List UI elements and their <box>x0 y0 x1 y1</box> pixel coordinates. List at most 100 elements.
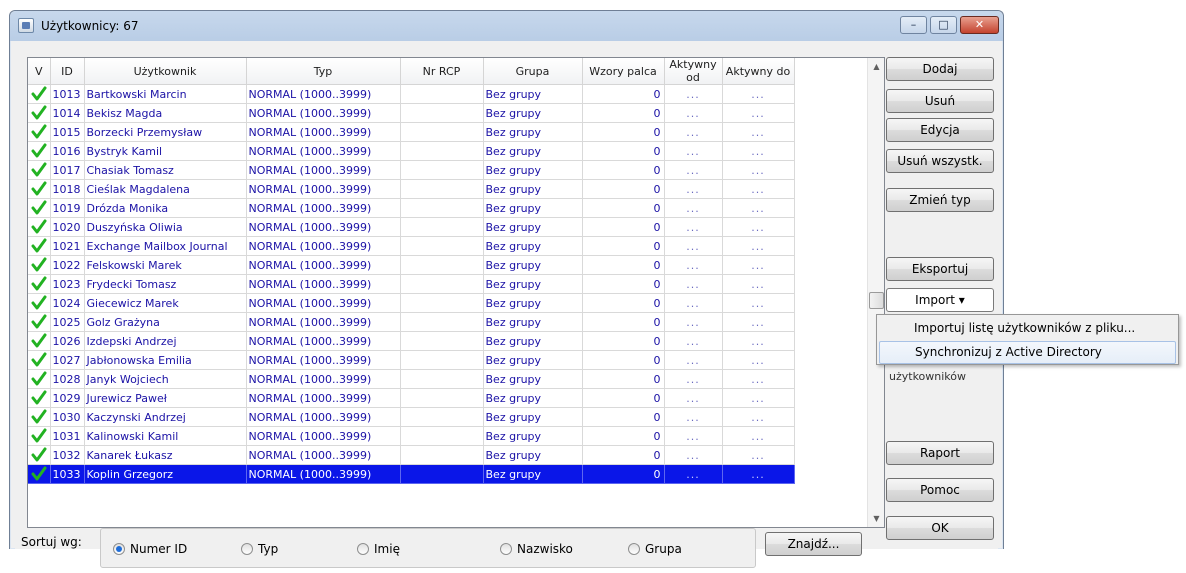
active-check-cell <box>28 122 51 142</box>
table-row[interactable]: 1024 Giecewicz Marek NORMAL (1000..3999) Be… <box>28 293 795 313</box>
sort-group: Sortuj wg: Numer ID Typ Imię Nazwisko Gr… <box>15 525 875 573</box>
cell-group: Bez grupy <box>483 293 583 313</box>
partial-label: użytkowników <box>889 370 967 383</box>
cell-id: 1033 <box>50 464 85 484</box>
column-header[interactable]: ID <box>50 58 85 85</box>
import-button[interactable]: Import ▾ <box>886 288 994 312</box>
cell-to: ... <box>722 464 795 484</box>
active-check-cell <box>28 464 51 484</box>
cell-group: Bez grupy <box>483 84 583 104</box>
cell-from: ... <box>664 331 723 351</box>
cell-user: Bartkowski Marcin <box>84 84 247 104</box>
table-row[interactable]: 1022 Felskowski Marek NORMAL (1000..3999) B… <box>28 255 795 275</box>
ok-button[interactable]: OK <box>886 516 994 540</box>
column-header[interactable]: Grupa <box>483 58 583 85</box>
cell-from: ... <box>664 445 723 465</box>
cell-to: ... <box>722 274 795 294</box>
users-window: Użytkownicy: 67 – □ ✕ V ID Użytkownik Typ Nr… <box>9 10 1004 568</box>
menu-item-sync-active-directory[interactable]: Synchronizuj z Active Directory <box>879 341 1176 364</box>
cell-to: ... <box>722 255 795 275</box>
cell-user: Frydecki Tomasz <box>84 274 247 294</box>
table-row[interactable]: 1027 Jabłonowska Emilia NORMAL (1000..3999… <box>28 350 795 370</box>
column-header[interactable]: Nr RCP <box>400 58 484 85</box>
cell-group: Bez grupy <box>483 407 583 427</box>
check-icon <box>31 447 47 463</box>
column-header[interactable]: V <box>28 58 51 85</box>
table-row[interactable]: 1026 Izdepski Andrzej NORMAL (1000..3999) B… <box>28 331 795 351</box>
report-button[interactable]: Raport <box>886 441 994 465</box>
sort-option-type[interactable]: Typ <box>241 542 278 556</box>
table-row[interactable]: 1029 Jurewicz Paweł NORMAL (1000..3999) Bez… <box>28 388 795 408</box>
add-button[interactable]: Dodaj <box>886 57 994 81</box>
edit-button[interactable]: Edycja <box>886 118 994 142</box>
cell-from: ... <box>664 217 723 237</box>
table-row[interactable]: 1016 Bystryk Kamil NORMAL (1000..3999) Bez … <box>28 141 795 161</box>
table-row[interactable]: 1015 Borzecki Przemysław NORMAL (1000..399… <box>28 122 795 142</box>
cell-patterns: 0 <box>582 103 665 123</box>
cell-group: Bez grupy <box>483 445 583 465</box>
column-header[interactable]: Aktywny do <box>722 58 795 85</box>
sort-option-group[interactable]: Grupa <box>628 542 682 556</box>
table-row[interactable]: 1030 Kaczynski Andrzej NORMAL (1000..3999)… <box>28 407 795 427</box>
active-check-cell <box>28 369 51 389</box>
close-button[interactable]: ✕ <box>960 16 999 34</box>
cell-id: 1021 <box>50 236 85 256</box>
active-check-cell <box>28 407 51 427</box>
sort-option-last-name[interactable]: Nazwisko <box>500 542 573 556</box>
vertical-scrollbar[interactable]: ▲ ▼ <box>867 58 884 527</box>
column-header[interactable]: Typ <box>246 58 401 85</box>
menu-item-import-from-file[interactable]: Importuj listę użytkowników z pliku... <box>879 317 1176 340</box>
cell-from: ... <box>664 160 723 180</box>
table-row[interactable]: 1018 Cieślak Magdalena NORMAL (1000..3999)… <box>28 179 795 199</box>
table-row[interactable]: 1025 Golz Grażyna NORMAL (1000..3999) Bez g… <box>28 312 795 332</box>
remove-all-button[interactable]: Usuń wszystk. <box>886 149 994 173</box>
table-row[interactable]: 1014 Bekisz Magda NORMAL (1000..3999) Bez g… <box>28 103 795 123</box>
cell-id: 1023 <box>50 274 85 294</box>
sort-option-first-name[interactable]: Imię <box>357 542 400 556</box>
table-row[interactable]: 1033 Koplin Grzegorz NORMAL (1000..3999) Be… <box>28 464 795 484</box>
cell-id: 1022 <box>50 255 85 275</box>
table-row[interactable]: 1013 Bartkowski Marcin NORMAL (1000..3999)… <box>28 84 795 104</box>
column-header[interactable]: Aktywny od <box>664 58 723 85</box>
scroll-up-arrow-icon[interactable]: ▲ <box>868 58 884 75</box>
table-row[interactable]: 1019 Drózda Monika NORMAL (1000..3999) Bez … <box>28 198 795 218</box>
cell-patterns: 0 <box>582 312 665 332</box>
cell-rcp <box>400 217 484 237</box>
cell-patterns: 0 <box>582 407 665 427</box>
cell-from: ... <box>664 388 723 408</box>
sort-option-id[interactable]: Numer ID <box>113 542 187 556</box>
cell-type: NORMAL (1000..3999) <box>246 331 401 351</box>
column-header[interactable]: Użytkownik <box>84 58 247 85</box>
export-button[interactable]: Eksportuj <box>886 257 994 281</box>
column-header[interactable]: Wzory palca <box>582 58 665 85</box>
table-row[interactable]: 1032 Kanarek Łukasz NORMAL (1000..3999) Bez… <box>28 445 795 465</box>
active-check-cell <box>28 274 51 294</box>
cell-from: ... <box>664 122 723 142</box>
maximize-button[interactable]: □ <box>930 16 957 34</box>
table-row[interactable]: 1023 Frydecki Tomasz NORMAL (1000..3999) Be… <box>28 274 795 294</box>
cell-user: Cieślak Magdalena <box>84 179 247 199</box>
remove-button[interactable]: Usuń <box>886 89 994 113</box>
table-row[interactable]: 1017 Chasiak Tomasz NORMAL (1000..3999) Bez… <box>28 160 795 180</box>
find-button[interactable]: Znajdź... <box>765 532 862 556</box>
cell-from: ... <box>664 179 723 199</box>
cell-user: Chasiak Tomasz <box>84 160 247 180</box>
check-icon <box>31 238 47 254</box>
cell-type: NORMAL (1000..3999) <box>246 369 401 389</box>
cell-from: ... <box>664 103 723 123</box>
scroll-thumb[interactable] <box>869 292 884 309</box>
cell-from: ... <box>664 236 723 256</box>
table-row[interactable]: 1031 Kalinowski Kamil NORMAL (1000..3999) B… <box>28 426 795 446</box>
cell-to: ... <box>722 141 795 161</box>
active-check-cell <box>28 293 51 313</box>
cell-group: Bez grupy <box>483 312 583 332</box>
check-icon <box>31 200 47 216</box>
table-row[interactable]: 1028 Janyk Wojciech NORMAL (1000..3999) Bez… <box>28 369 795 389</box>
change-type-button[interactable]: Zmień typ <box>886 188 994 212</box>
cell-patterns: 0 <box>582 236 665 256</box>
table-row[interactable]: 1020 Duszyńska Oliwia NORMAL (1000..3999) B… <box>28 217 795 237</box>
minimize-button[interactable]: – <box>900 16 927 34</box>
help-button[interactable]: Pomoc <box>886 478 994 502</box>
active-check-cell <box>28 84 51 104</box>
table-row[interactable]: 1021 Exchange Mailbox Journal NORMAL (1000… <box>28 236 795 256</box>
